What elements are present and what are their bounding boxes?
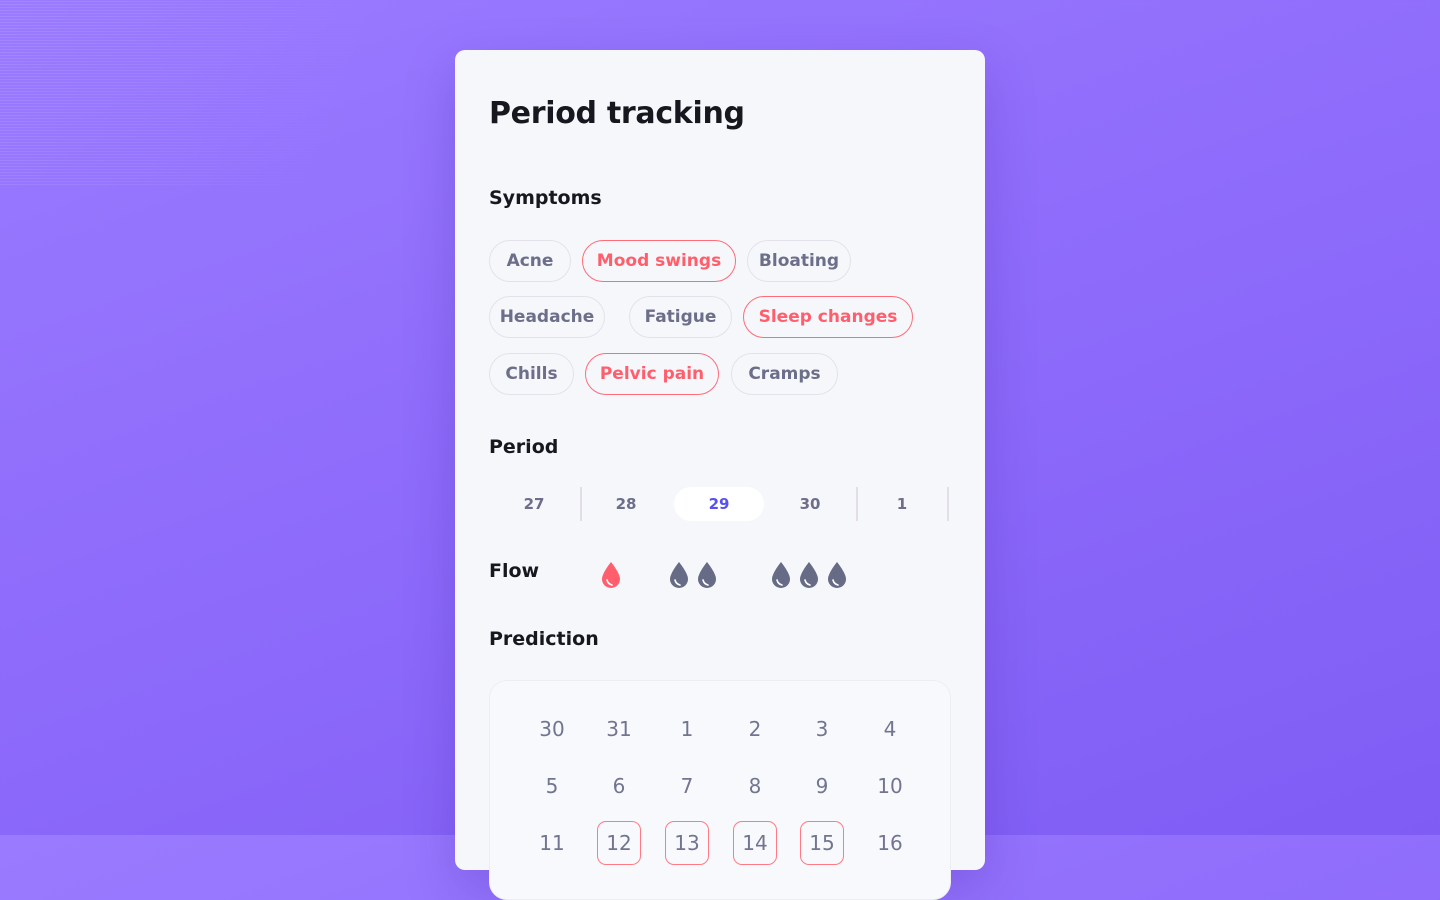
calendar-day[interactable]: 12 xyxy=(597,821,641,865)
calendar-day[interactable]: 30 xyxy=(530,707,574,751)
drop-icon xyxy=(698,562,716,588)
calendar-day[interactable]: 6 xyxy=(597,764,641,808)
period-day-selector: 27 28 29 30 1 xyxy=(489,487,951,521)
calendar-day[interactable]: 5 xyxy=(530,764,574,808)
calendar-day[interactable]: 7 xyxy=(665,764,709,808)
calendar-day[interactable]: 4 xyxy=(868,707,912,751)
symptom-chip-acne[interactable]: Acne xyxy=(489,240,571,282)
calendar-day[interactable]: 15 xyxy=(800,821,844,865)
calendar-day[interactable]: 1 xyxy=(665,707,709,751)
drop-icon xyxy=(800,562,818,588)
divider xyxy=(947,487,949,521)
calendar-day[interactable]: 13 xyxy=(665,821,709,865)
drop-icon xyxy=(670,562,688,588)
period-day[interactable]: 30 xyxy=(765,487,855,521)
calendar-day[interactable]: 16 xyxy=(868,821,912,865)
period-day[interactable]: 28 xyxy=(581,487,671,521)
calendar-day[interactable]: 9 xyxy=(800,764,844,808)
drop-icon xyxy=(828,562,846,588)
period-day[interactable]: 29 xyxy=(674,487,764,521)
flow-selector: Flow xyxy=(489,555,951,595)
symptom-chip-mood-swings[interactable]: Mood swings xyxy=(582,240,736,282)
drop-icon xyxy=(772,562,790,588)
period-tracking-card: Period tracking Symptoms Acne Mood swing… xyxy=(455,50,985,900)
prediction-heading: Prediction xyxy=(489,628,599,650)
calendar-day[interactable]: 11 xyxy=(530,821,574,865)
background-texture xyxy=(0,0,390,185)
symptom-chip-pelvic-pain[interactable]: Pelvic pain xyxy=(585,353,719,395)
symptoms-heading: Symptoms xyxy=(489,187,602,209)
calendar-day[interactable]: 2 xyxy=(733,707,777,751)
flow-option-light[interactable] xyxy=(599,555,623,595)
symptom-chip-cramps[interactable]: Cramps xyxy=(731,353,838,395)
calendar-day[interactable]: 8 xyxy=(733,764,777,808)
prediction-calendar: 30 31 1 2 3 4 5 6 7 8 9 10 11 12 13 14 15 16 xyxy=(489,680,951,900)
period-heading: Period xyxy=(489,436,559,458)
period-day[interactable]: 1 xyxy=(857,487,947,521)
symptom-chip-bloating[interactable]: Bloating xyxy=(747,240,851,282)
period-day[interactable]: 27 xyxy=(489,487,579,521)
calendar-day[interactable]: 14 xyxy=(733,821,777,865)
flow-option-medium[interactable] xyxy=(667,555,719,595)
calendar-day[interactable]: 31 xyxy=(597,707,641,751)
flow-option-heavy[interactable] xyxy=(769,555,849,595)
calendar-day[interactable]: 3 xyxy=(800,707,844,751)
page-title: Period tracking xyxy=(489,96,745,131)
symptom-chip-fatigue[interactable]: Fatigue xyxy=(629,296,732,338)
symptom-chip-sleep-changes[interactable]: Sleep changes xyxy=(743,296,913,338)
drop-icon xyxy=(602,562,620,588)
calendar-day[interactable]: 10 xyxy=(868,764,912,808)
symptom-chip-chills[interactable]: Chills xyxy=(489,353,574,395)
symptom-chip-headache[interactable]: Headache xyxy=(489,296,605,338)
flow-heading: Flow xyxy=(489,560,540,582)
